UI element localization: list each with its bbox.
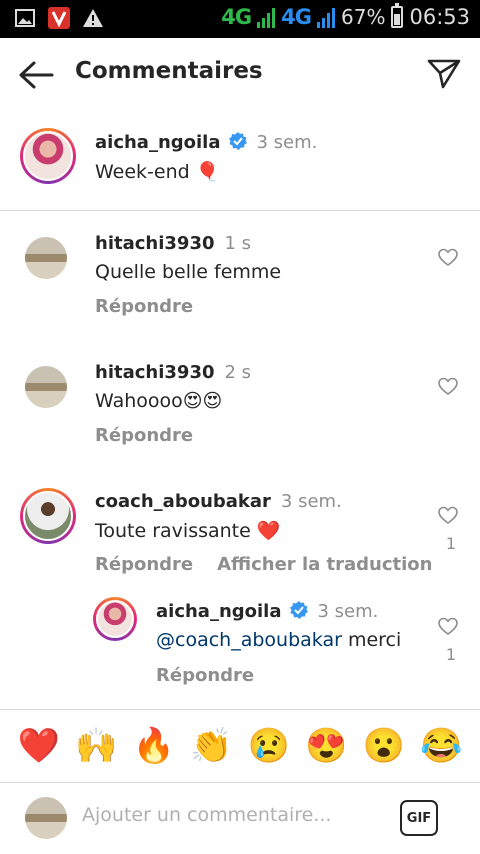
avatar[interactable] [20, 232, 72, 284]
warning-icon [82, 7, 104, 29]
heart-icon[interactable] [438, 506, 458, 526]
verified-badge-icon [228, 132, 247, 150]
gif-button[interactable]: GIF [400, 800, 438, 836]
reply-button[interactable]: Répondre [95, 296, 193, 317]
comment-text: Wahoooo😍😍 [95, 390, 223, 412]
like-count: 1 [445, 534, 456, 553]
like-count: 1 [445, 645, 456, 664]
verified-badge-icon [289, 601, 308, 619]
heart-icon[interactable] [438, 617, 458, 637]
clock: 06:53 [409, 5, 470, 29]
emoji-joy[interactable]: 😂 [420, 729, 462, 763]
avatar[interactable] [20, 488, 76, 544]
username[interactable]: coach_aboubakar [95, 491, 271, 512]
emoji-surprised[interactable]: 😮 [363, 729, 405, 763]
signal-bars-2 [317, 6, 336, 28]
comment-item: hitachi3930 1 s Quelle belle femme Répond… [0, 228, 480, 338]
emoji-raised-hands[interactable]: 🙌 [75, 729, 117, 763]
page-title: Commentaires [75, 58, 263, 84]
timestamp: 2 s [224, 362, 252, 383]
timestamp: 3 sem. [280, 491, 342, 512]
reply-button[interactable]: Répondre [95, 425, 193, 446]
post-caption: aicha_ngoila 3 sem. Week-end 🎈 [0, 110, 480, 210]
comment-text: Toute ravissante ❤️ [95, 520, 281, 542]
emoji-clap[interactable]: 👏 [190, 729, 232, 763]
comment-item: coach_aboubakar 3 sem. Toute ravissante ❤… [0, 486, 480, 596]
timestamp: 1 s [224, 233, 252, 254]
comment-input[interactable] [82, 804, 372, 826]
caption-text: Week-end 🎈 [95, 161, 220, 183]
status-bar: 4G 4G 67% 06:53 [0, 0, 480, 38]
reply-text: merci [341, 629, 402, 651]
mention-link[interactable]: @coach_aboubakar [156, 629, 342, 651]
gallery-icon [14, 7, 36, 29]
app-v-icon [48, 7, 70, 29]
timestamp: 3 sem. [256, 132, 318, 153]
header: Commentaires [0, 38, 480, 110]
heart-icon[interactable] [438, 248, 458, 268]
emoji-heart[interactable]: ❤️ [18, 729, 60, 763]
network-type-1: 4G [221, 5, 252, 29]
network-type-2: 4G [281, 5, 312, 29]
avatar[interactable] [20, 128, 76, 184]
emoji-heart-eyes[interactable]: 😍 [305, 729, 347, 763]
username[interactable]: hitachi3930 [95, 362, 215, 383]
username[interactable]: aicha_ngoila [156, 601, 282, 622]
reply-button[interactable]: Répondre [156, 665, 254, 686]
comment-text: @coach_aboubakar merci [156, 629, 401, 651]
avatar[interactable] [20, 361, 72, 413]
username[interactable]: aicha_ngoila [95, 132, 221, 153]
username[interactable]: hitachi3930 [95, 233, 215, 254]
comment-composer: GIF [0, 782, 480, 854]
battery-icon [391, 3, 404, 28]
avatar[interactable] [93, 597, 137, 641]
battery-percent: 67% [341, 5, 386, 29]
comment-item: hitachi3930 2 s Wahoooo😍😍 Répondre [0, 357, 480, 467]
heart-icon[interactable] [438, 377, 458, 397]
signal-bars-1 [257, 6, 276, 28]
translate-button[interactable]: Afficher la traduction [217, 554, 432, 575]
emoji-crying[interactable]: 😢 [248, 729, 290, 763]
emoji-fire[interactable]: 🔥 [133, 729, 175, 763]
back-arrow-icon[interactable] [18, 60, 54, 90]
reply-item: aicha_ngoila 3 sem. @coach_aboubakar merc… [0, 597, 480, 707]
reply-button[interactable]: Répondre [95, 554, 193, 575]
comment-text: Quelle belle femme [95, 261, 282, 283]
divider [0, 210, 480, 211]
send-direct-icon[interactable] [426, 56, 462, 92]
avatar [20, 792, 72, 844]
timestamp: 3 sem. [317, 601, 379, 622]
emoji-bar: ❤️ 🙌 🔥 👏 😢 😍 😮 😂 [0, 710, 480, 782]
